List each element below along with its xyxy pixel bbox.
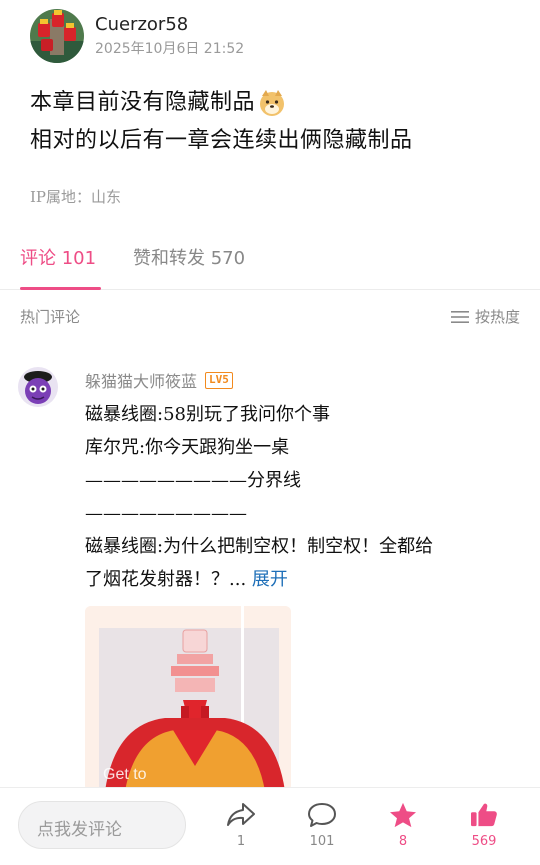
favorite-count: 8 — [398, 834, 408, 849]
comment-bubble-icon — [308, 803, 336, 827]
comment-line: 磁暴线圈:58别玩了我问你个事 — [85, 404, 330, 425]
commenter-avatar[interactable] — [18, 367, 58, 407]
sort-button[interactable]: 按热度 — [450, 306, 520, 327]
author-info: Cuerzor58 2025年10月6日 21:52 — [95, 13, 244, 59]
doge-emoji-icon — [257, 88, 287, 118]
ip-location: IP属地：山东 — [30, 188, 122, 206]
comment-count: 101 — [309, 834, 335, 849]
post-header: Cuerzor58 2025年10月6日 21:52 — [30, 8, 244, 64]
share-icon — [227, 803, 255, 826]
post-body: 本章目前没有隐藏制品 相对的以后有一章会连续出俩隐藏制品 — [30, 84, 520, 160]
post-time: 2025年10月6日 21:52 — [95, 41, 245, 57]
author-name[interactable]: Cuerzor58 — [95, 13, 244, 37]
share-button[interactable]: 1 — [211, 802, 271, 849]
commenter-name[interactable]: 躲猫猫大师筱蓝 — [85, 368, 197, 392]
comment-image[interactable]: Get to — [85, 606, 291, 791]
commenter-info: 躲猫猫大师筱蓝 LV5 — [85, 368, 233, 392]
post-line-1-text: 本章目前没有隐藏制品 — [30, 90, 256, 115]
like-count: 569 — [471, 834, 497, 849]
comment-line: 了烟花发射器！？... — [85, 569, 252, 590]
comment-input-placeholder: 点我发评论 — [37, 820, 122, 840]
tab-bar: 评论 101 赞和转发 570 — [0, 232, 540, 290]
level-badge: LV5 — [205, 371, 233, 389]
comment-line: ————————— — [85, 503, 247, 524]
author-avatar[interactable] — [30, 9, 84, 63]
comment-line: 磁暴线圈:为什么把制空权！制空权！全都给 — [85, 536, 434, 557]
comment-input[interactable]: 点我发评论 — [18, 801, 186, 849]
expand-link[interactable]: 展开 — [252, 569, 288, 590]
comment-line: 库尔咒:你今天跟狗坐一桌 — [85, 437, 290, 458]
tab-likes-reposts[interactable]: 赞和转发 570 — [133, 246, 245, 272]
post-line-1: 本章目前没有隐藏制品 — [30, 84, 520, 122]
active-tab-indicator — [20, 287, 101, 290]
thumbs-up-icon — [471, 803, 497, 827]
list-icon — [450, 310, 469, 323]
comment-line: —————————分界线 — [85, 470, 301, 491]
like-button[interactable]: 569 — [454, 802, 514, 849]
favorite-button[interactable]: 8 — [373, 802, 433, 849]
share-count: 1 — [236, 834, 246, 849]
sort-label: 按热度 — [474, 308, 520, 326]
image-watermark: Get to — [103, 766, 147, 783]
comment-line-last: 了烟花发射器！？... 展开 — [85, 563, 530, 596]
tab-comments[interactable]: 评论 101 — [20, 246, 96, 272]
star-icon — [390, 802, 416, 828]
hot-comments-title: 热门评论 — [20, 308, 81, 326]
comment-text: 磁暴线圈:58别玩了我问你个事 库尔咒:你今天跟狗坐一桌 —————————分界… — [85, 398, 530, 596]
bottom-action-bar: 点我发评论 1 101 8 569 — [0, 787, 540, 865]
post-line-2: 相对的以后有一章会连续出俩隐藏制品 — [30, 128, 413, 153]
comment-button[interactable]: 101 — [292, 802, 352, 849]
